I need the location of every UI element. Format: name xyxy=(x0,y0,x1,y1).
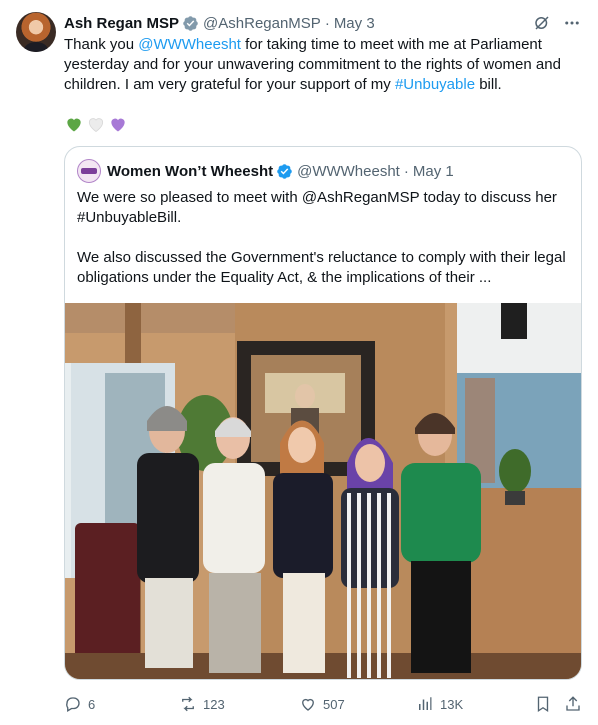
quoted-author-avatar xyxy=(77,159,101,183)
quoted-tweet-photo[interactable] xyxy=(65,303,581,679)
tweet-date[interactable]: May 3 xyxy=(334,15,375,32)
quoted-tweet[interactable]: Women Won’t Wheesht @WWWheesht · May 1 W… xyxy=(64,146,582,680)
like-button[interactable]: 507 xyxy=(299,694,345,714)
quoted-separator: · xyxy=(403,162,409,180)
verified-badge-icon xyxy=(183,15,198,31)
green-heart-icon xyxy=(67,118,81,132)
share-icon xyxy=(566,696,580,711)
photo-illustration xyxy=(65,303,581,679)
author-avatar[interactable] xyxy=(16,12,56,52)
quoted-author-handle: @WWWheesht xyxy=(297,162,400,180)
more-options-icon[interactable] xyxy=(562,13,582,33)
mention-link[interactable]: @WWWheesht xyxy=(138,36,241,53)
tweet-header: Ash Regan MSP @AshReganMSP · May 3 xyxy=(64,13,582,33)
reply-button[interactable]: 6 xyxy=(64,694,95,714)
verified-badge-icon xyxy=(277,163,292,179)
reply-icon xyxy=(66,697,80,712)
quoted-author-name: Women Won’t Wheesht xyxy=(107,162,274,180)
hashtag-link[interactable]: #Unbuyable xyxy=(395,76,475,93)
views-count: 13K xyxy=(440,696,464,712)
share-button[interactable] xyxy=(564,694,582,714)
quoted-tweet-date: May 1 xyxy=(412,162,454,180)
like-count: 507 xyxy=(323,696,345,712)
quoted-tweet-text: We were so pleased to meet with @AshRega… xyxy=(77,188,571,288)
emoji-row xyxy=(64,114,128,136)
quoted-paragraph: We also discussed the Government's reluc… xyxy=(77,249,566,286)
tweet-text-part: bill. xyxy=(475,76,502,93)
views-button[interactable]: 13K xyxy=(416,694,463,714)
action-bar: 6 123 507 13K xyxy=(64,694,582,714)
purple-heart-icon xyxy=(111,118,125,132)
like-icon xyxy=(302,698,314,711)
repost-icon xyxy=(182,696,194,712)
bookmark-button[interactable] xyxy=(534,694,552,714)
reply-count: 6 xyxy=(88,696,96,712)
quoted-tweet-header: Women Won’t Wheesht @WWWheesht · May 1 xyxy=(77,159,454,183)
author-handle[interactable]: @AshReganMSP xyxy=(203,15,321,32)
bookmark-icon xyxy=(537,696,549,713)
quoted-paragraph: We were so pleased to meet with @AshRega… xyxy=(77,189,557,226)
white-heart-icon xyxy=(88,118,104,132)
views-icon xyxy=(419,697,432,710)
author-name[interactable]: Ash Regan MSP xyxy=(64,15,179,32)
grok-icon[interactable] xyxy=(532,13,552,33)
repost-count: 123 xyxy=(203,696,225,712)
tweet-text-part: Thank you xyxy=(64,36,139,53)
header-separator: · xyxy=(324,14,330,32)
tweet-text: Thank you @WWWheesht for taking time to … xyxy=(64,35,586,95)
repost-button[interactable]: 123 xyxy=(179,694,225,714)
